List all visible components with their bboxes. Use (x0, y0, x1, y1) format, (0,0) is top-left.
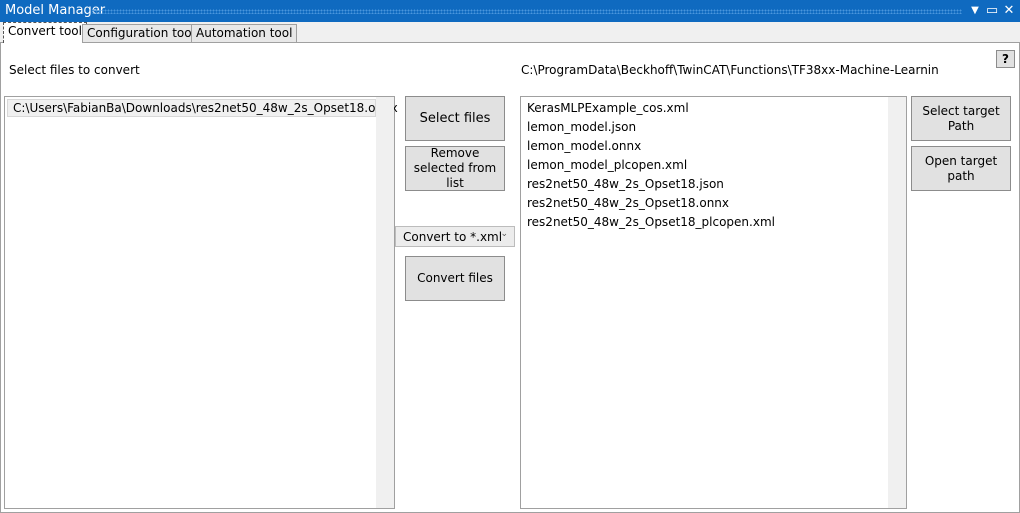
title-bar: Model Manager ▼ ▭ ✕ (0, 0, 1020, 22)
title-grip[interactable] (92, 9, 962, 14)
list-item[interactable]: lemon_model_plcopen.xml (521, 156, 906, 175)
dropdown-icon[interactable]: ▼ (968, 5, 982, 16)
close-icon[interactable]: ✕ (1002, 3, 1016, 18)
window-title: Model Manager (5, 3, 106, 18)
maximize-icon[interactable]: ▭ (985, 3, 999, 18)
source-label: Select files to convert (9, 63, 140, 77)
source-file-list[interactable]: C:\Users\FabianBa\Downloads\res2net50_48… (4, 96, 398, 509)
convert-format-value: Convert to *.xml (403, 230, 503, 244)
list-item[interactable]: res2net50_48w_2s_Opset18_plcopen.xml (521, 213, 906, 232)
tab-strip: Convert tool Configuration tool Automati… (0, 22, 1020, 43)
list-item[interactable]: lemon_model.onnx (521, 137, 906, 156)
target-file-list[interactable]: KerasMLPExample_cos.xml lemon_model.json… (520, 96, 907, 509)
tab-configuration-tool[interactable]: Configuration tool (82, 24, 200, 43)
help-button[interactable]: ? (996, 50, 1015, 68)
list-item[interactable]: KerasMLPExample_cos.xml (521, 99, 906, 118)
target-path: C:\ProgramData\Beckhoff\TwinCAT\Function… (521, 63, 939, 77)
select-target-path-button[interactable]: Select target Path (911, 96, 1011, 141)
tab-convert-tool[interactable]: Convert tool (3, 22, 87, 43)
scrollbar[interactable] (888, 97, 906, 508)
tab-automation-tool[interactable]: Automation tool (191, 24, 298, 43)
chevron-down-icon: ⌄ (500, 229, 508, 239)
remove-selected-button[interactable]: Remove selected from list (405, 146, 505, 191)
convert-files-button[interactable]: Convert files (405, 256, 505, 301)
list-item[interactable]: res2net50_48w_2s_Opset18.onnx (521, 194, 906, 213)
scrollbar[interactable] (376, 97, 394, 508)
list-item[interactable]: C:\Users\FabianBa\Downloads\res2net50_48… (7, 99, 398, 117)
list-item[interactable]: res2net50_48w_2s_Opset18.json (521, 175, 906, 194)
list-item[interactable]: lemon_model.json (521, 118, 906, 137)
select-files-button[interactable]: Select files (405, 96, 505, 141)
open-target-path-button[interactable]: Open target path (911, 146, 1011, 191)
convert-format-select[interactable]: Convert to *.xml ⌄ (395, 226, 515, 247)
